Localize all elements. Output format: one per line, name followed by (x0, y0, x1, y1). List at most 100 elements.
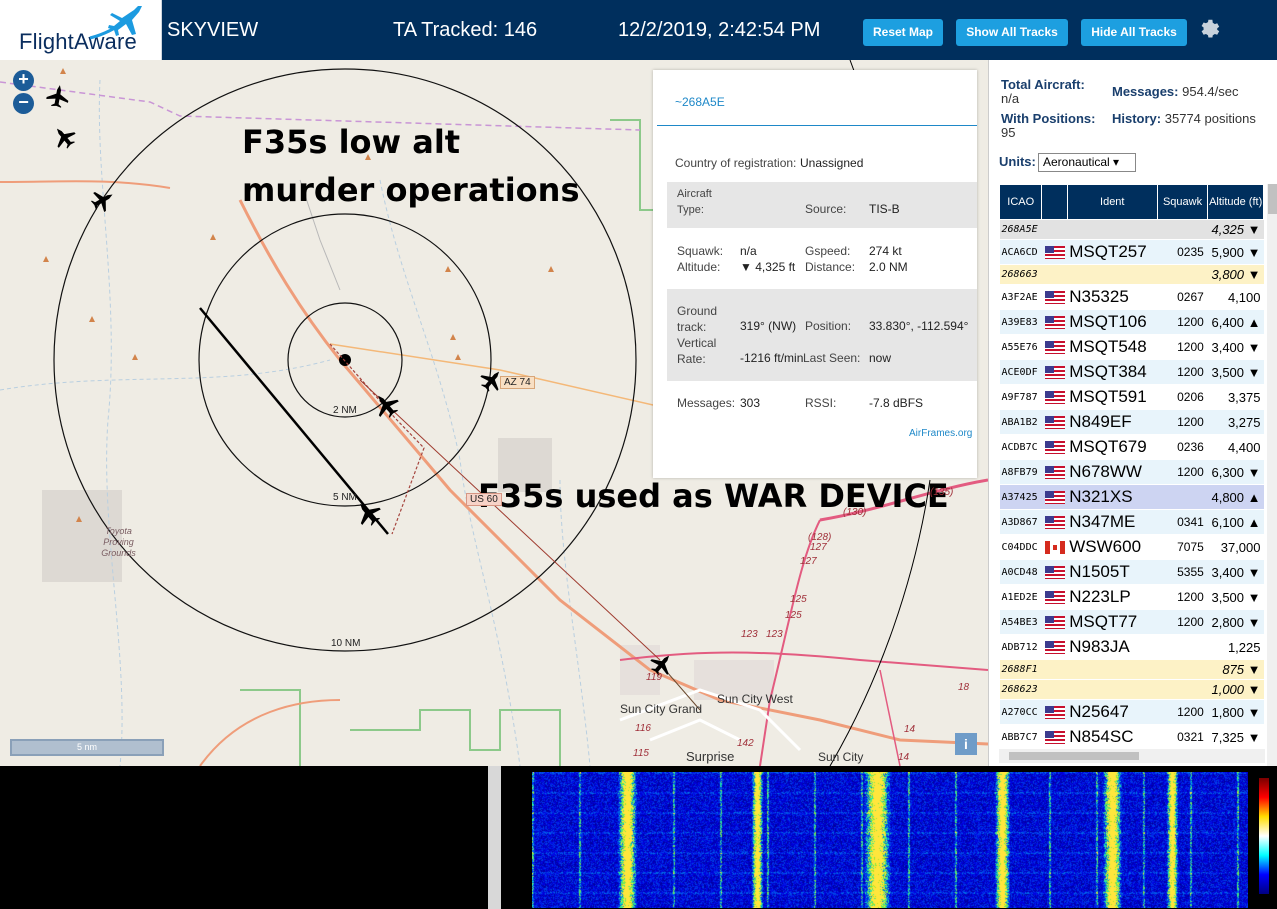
distance-value: 2.0 NM (869, 260, 908, 274)
reset-map-button[interactable]: Reset Map (863, 19, 943, 46)
row-ident: MSQT679 (1067, 434, 1158, 460)
horizontal-scrollbar[interactable] (999, 749, 1265, 763)
info-icon[interactable]: i (955, 733, 977, 755)
zoom-in-icon[interactable]: + (13, 70, 34, 91)
row-altitude: 3,400 ▼ (1207, 559, 1264, 585)
row-flag (1041, 659, 1068, 680)
ground-track-value: 319° (NW) (740, 319, 797, 333)
scrollbar-thumb[interactable] (1009, 752, 1139, 760)
row-icao: A270CC (999, 699, 1042, 725)
row-squawk: 1200 (1157, 459, 1208, 485)
last-seen-value: now (869, 351, 892, 365)
color-scale-bar (1259, 778, 1269, 894)
units-label: Units: (999, 154, 1036, 169)
table-row[interactable]: ABA1B2 N849EF 1200 3,275 (999, 409, 1264, 435)
country-label: Country of registration: (675, 156, 797, 170)
flightaware-logo[interactable]: FlightAware (0, 0, 162, 60)
source-value: TIS-B (869, 202, 900, 216)
vertical-rate-label: Vertical Rate: (677, 336, 717, 366)
gear-icon[interactable] (1198, 17, 1222, 41)
units-select[interactable]: Aeronautical ▾ (1038, 153, 1136, 172)
table-row[interactable]: 2688F1 875 ▼ (999, 659, 1264, 680)
row-icao: A9F787 (999, 384, 1042, 410)
table-row[interactable]: 268623 1,000 ▼ (999, 679, 1264, 700)
row-squawk: 1200 (1157, 584, 1208, 610)
table-row[interactable]: ABB7C7 N854SC 0321 7,325 ▼ (999, 724, 1264, 750)
messages-rate-value: 954.4/sec (1182, 84, 1239, 99)
table-row[interactable]: ACE0DF MSQT384 1200 3,500 ▼ (999, 359, 1264, 385)
table-row[interactable]: A8FB79 N678WW 1200 6,300 ▼ (999, 459, 1264, 485)
table-row[interactable]: A0CD48 N1505T 5355 3,400 ▼ (999, 559, 1264, 585)
table-row[interactable]: A270CC N25647 1200 1,800 ▼ (999, 699, 1264, 725)
table-row[interactable]: ACA6CD MSQT257 0235 5,900 ▼ (999, 239, 1264, 265)
popup-speed-row: Squawk: n/a Gspeed: 274 kt Altitude: ▼ 4… (667, 240, 977, 280)
table-row[interactable]: A55E76 MSQT548 1200 3,400 ▼ (999, 334, 1264, 360)
table-row[interactable]: A3D867 N347ME 0341 6,100 ▲ (999, 509, 1264, 535)
table-row[interactable]: 268A5E 4,325 ▼ (999, 219, 1264, 240)
row-ident: N854SC (1067, 724, 1158, 750)
clock: 12/2/2019, 2:42:54 PM (618, 19, 821, 41)
us-flag-icon (1044, 315, 1065, 329)
row-flag (1041, 634, 1068, 660)
table-row[interactable]: A1ED2E N223LP 1200 3,500 ▼ (999, 584, 1264, 610)
row-flag (1041, 359, 1068, 385)
table-row[interactable]: 268663 3,800 ▼ (999, 264, 1264, 285)
plane-icon[interactable] (48, 121, 80, 153)
row-icao: ACDB7C (999, 434, 1042, 460)
table-row[interactable]: A9F787 MSQT591 0206 3,375 (999, 384, 1264, 410)
aircraft-table-body: 268A5E 4,325 ▼ ACA6CD MSQT257 0235 5,900 ▼ 268… (999, 219, 1264, 750)
route-number: 125 (785, 610, 802, 621)
table-row[interactable]: A3F2AE N35325 0267 4,100 (999, 284, 1264, 310)
column-squawk[interactable]: Squawk (1156, 184, 1209, 220)
vertical-scrollbar[interactable] (1267, 184, 1277, 766)
row-flag (1041, 409, 1068, 435)
town-surprise: Surprise (686, 749, 735, 764)
row-ident: MSQT591 (1067, 384, 1158, 410)
plane-icon[interactable] (87, 184, 119, 216)
row-squawk (1157, 264, 1208, 285)
position-value: 33.830°, -112.594° (869, 319, 969, 333)
rssi-label: RSSI: (805, 396, 837, 410)
plane-icon[interactable] (45, 83, 71, 109)
table-row[interactable]: ACDB7C MSQT679 0236 4,400 (999, 434, 1264, 460)
column-altitude[interactable]: Altitude (ft) (1207, 184, 1264, 220)
ring-label-2nm: 2 NM (333, 405, 357, 416)
table-row[interactable]: A54BE3 MSQT77 1200 2,800 ▼ (999, 609, 1264, 635)
column-ident[interactable]: Ident (1066, 184, 1158, 220)
aircraft-popup: ~268A5E Country of registration: Unassig… (653, 70, 977, 478)
row-altitude: 2,800 ▼ (1207, 609, 1264, 635)
row-ident: MSQT548 (1067, 334, 1158, 360)
squawk-label: Squawk: (677, 244, 724, 258)
column-icao[interactable]: ICAO (998, 184, 1043, 220)
plane-icon[interactable] (368, 387, 404, 423)
table-row[interactable]: ADB712 N983JA 1,225 (999, 634, 1264, 660)
hide-all-tracks-button[interactable]: Hide All Tracks (1081, 19, 1187, 46)
vertical-rate-value: -1216 ft/min (740, 351, 804, 365)
row-squawk: 0341 (1157, 509, 1208, 535)
row-altitude: 3,400 ▼ (1207, 334, 1264, 360)
position-label: Position: (805, 319, 852, 333)
popup-country-row: Country of registration: Unassigned (667, 154, 977, 172)
altitude-value: ▼ 4,325 ft (740, 260, 796, 274)
table-row[interactable]: A39E83 MSQT106 1200 6,400 ▲ (999, 309, 1264, 335)
column-flag[interactable] (1041, 184, 1068, 220)
table-row[interactable]: A37425 N321XS 4,800 ▲ (999, 484, 1264, 510)
row-altitude: 4,325 ▼ (1207, 219, 1264, 240)
canada-flag-icon (1044, 540, 1065, 554)
row-squawk: 1200 (1157, 359, 1208, 385)
total-aircraft-value: n/a (1001, 91, 1020, 106)
aircraft-type-label: Aircraft Type: (677, 188, 712, 216)
row-altitude: 6,300 ▼ (1207, 459, 1264, 485)
us-flag-icon (1044, 365, 1065, 379)
row-altitude: 4,100 (1207, 284, 1264, 310)
row-altitude: 6,100 ▲ (1207, 509, 1264, 535)
airframes-link[interactable]: AirFrames.org (909, 428, 972, 439)
zoom-out-icon[interactable]: − (13, 93, 34, 114)
scrollbar-thumb[interactable] (1268, 184, 1277, 214)
row-altitude: 1,800 ▼ (1207, 699, 1264, 725)
show-all-tracks-button[interactable]: Show All Tracks (956, 19, 1068, 46)
with-positions-stat: With Positions: 95 (1001, 112, 1111, 140)
squawk-value: n/a (740, 244, 757, 258)
popup-hex-id[interactable]: ~268A5E (675, 95, 725, 109)
table-row[interactable]: C04DDC WSW600 7075 37,000 (999, 534, 1264, 560)
